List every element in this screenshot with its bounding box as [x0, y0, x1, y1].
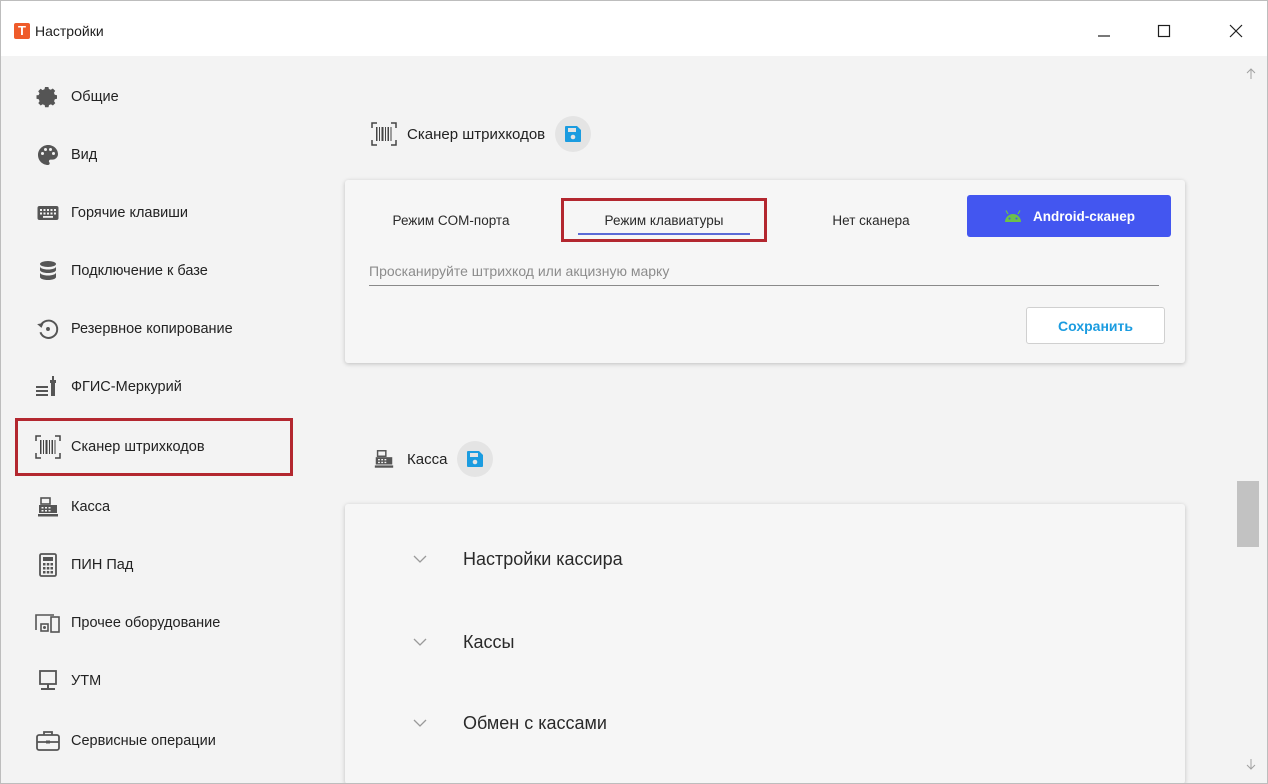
accordion-cash-registers[interactable]: Кассы — [345, 614, 1185, 670]
barcode-icon — [369, 119, 399, 149]
sidebar-item-database[interactable]: Подключение к базе — [15, 242, 293, 300]
tab-label: Android-сканер — [1033, 208, 1135, 224]
sidebar: Общие Вид Горячие клавиши Подключение к … — [1, 56, 301, 783]
tab-android-scanner[interactable]: Android-сканер — [967, 195, 1171, 237]
scanner-settings-card: Режим COM-порта Режим клавиатуры Нет ска… — [345, 180, 1185, 363]
main-content: Сканер штрихкодов Режим COM-порта Режим … — [301, 56, 1233, 783]
sidebar-item-label: Резервное копирование — [71, 321, 233, 337]
chevron-down-icon — [405, 638, 435, 646]
sidebar-item-utm[interactable]: УТМ — [15, 652, 293, 710]
sidebar-item-label: Касса — [71, 499, 111, 515]
close-button[interactable] — [1213, 11, 1259, 51]
tab-label: Режим клавиатуры — [604, 212, 724, 228]
sidebar-item-label: ПИН Пад — [71, 557, 134, 573]
barcode-icon — [33, 432, 63, 462]
accordion-exchange-with-registers[interactable]: Обмен с кассами — [345, 695, 1185, 751]
barcode-scan-input[interactable] — [369, 256, 1159, 286]
arrow-up-icon[interactable] — [1243, 66, 1259, 82]
calculator-icon — [33, 550, 63, 580]
chevron-down-icon — [405, 555, 435, 563]
cash-register-icon — [33, 492, 63, 522]
settings-window: T Настройки Общие Вид Горячие клавиши По… — [0, 0, 1268, 784]
sidebar-item-label: Сервисные операции — [71, 733, 216, 749]
accordion-label: Настройки кассира — [463, 548, 623, 569]
floppy-disk-icon — [565, 126, 582, 142]
close-icon — [1229, 24, 1243, 38]
tab-com-port-mode[interactable]: Режим COM-порта — [369, 198, 533, 242]
selected-tab-indicator — [578, 233, 750, 235]
briefcase-icon — [33, 726, 63, 756]
minimize-button[interactable] — [1081, 11, 1127, 51]
sidebar-item-backup[interactable]: Резервное копирование — [15, 300, 293, 358]
sidebar-item-cash-register[interactable]: Касса — [15, 478, 293, 536]
tab-no-scanner[interactable]: Нет сканера — [791, 198, 951, 242]
sidebar-item-label: Горячие клавиши — [71, 205, 189, 221]
sidebar-item-label: УТМ — [71, 673, 102, 689]
minimize-icon — [1098, 35, 1110, 37]
cash-settings-card: Настройки кассира Кассы Обмен с кассами — [345, 504, 1185, 783]
devices-icon — [33, 608, 63, 638]
tab-label: Нет сканера — [832, 212, 910, 228]
accordion-label: Обмен с кассами — [463, 712, 607, 733]
scanner-section-header: Сканер штрихкодов — [369, 116, 592, 152]
scanner-section-title: Сканер штрихкодов — [407, 125, 546, 143]
monitor-icon — [33, 666, 63, 696]
gear-icon — [33, 82, 63, 112]
sidebar-item-label: Сканер штрихкодов — [71, 439, 205, 455]
mercury-icon — [33, 372, 63, 402]
database-icon — [33, 256, 63, 286]
sidebar-item-label: Прочее оборудование — [71, 615, 221, 631]
palette-icon — [33, 140, 63, 170]
tab-keyboard-mode[interactable]: Режим клавиатуры — [561, 198, 767, 242]
sidebar-item-label: ФГИС-Меркурий — [71, 379, 182, 395]
floppy-disk-icon — [467, 451, 484, 467]
sidebar-item-hotkeys[interactable]: Горячие клавиши — [15, 184, 293, 242]
sidebar-item-label: Вид — [71, 147, 98, 163]
backup-icon — [33, 314, 63, 344]
sidebar-item-view[interactable]: Вид — [15, 126, 293, 184]
cash-section-header: Касса — [369, 441, 494, 477]
accordion-cashier-settings[interactable]: Настройки кассира — [345, 531, 1185, 587]
sidebar-item-label: Общие — [71, 89, 119, 105]
android-icon — [1003, 209, 1023, 223]
accordion-label: Кассы — [463, 631, 515, 652]
tab-label: Режим COM-порта — [392, 212, 510, 228]
cash-section-title: Касса — [407, 450, 448, 468]
save-button[interactable]: Сохранить — [1026, 307, 1165, 344]
arrow-down-icon[interactable] — [1243, 756, 1259, 772]
scrollbar-thumb[interactable] — [1237, 481, 1259, 547]
vertical-scrollbar[interactable] — [1233, 56, 1267, 783]
chevron-down-icon — [405, 719, 435, 727]
maximize-icon — [1157, 24, 1171, 38]
sidebar-item-barcode-scanner[interactable]: Сканер штрихкодов — [15, 418, 293, 476]
sidebar-item-pin-pad[interactable]: ПИН Пад — [15, 536, 293, 594]
cash-save-icon-button[interactable] — [457, 441, 494, 477]
keyboard-icon — [33, 198, 63, 228]
sidebar-item-mercury[interactable]: ФГИС-Меркурий — [15, 358, 293, 416]
sidebar-item-other-equipment[interactable]: Прочее оборудование — [15, 594, 293, 652]
scanner-save-icon-button[interactable] — [555, 116, 592, 152]
maximize-button[interactable] — [1141, 11, 1187, 51]
title-bar: T Настройки — [1, 1, 1267, 56]
sidebar-item-service-operations[interactable]: Сервисные операции — [15, 712, 293, 770]
sidebar-item-general[interactable]: Общие — [15, 68, 293, 126]
window-title: Настройки — [35, 23, 104, 39]
sidebar-item-label: Подключение к базе — [71, 263, 208, 279]
app-logo-icon: T — [14, 23, 30, 39]
cash-register-icon — [369, 444, 399, 474]
